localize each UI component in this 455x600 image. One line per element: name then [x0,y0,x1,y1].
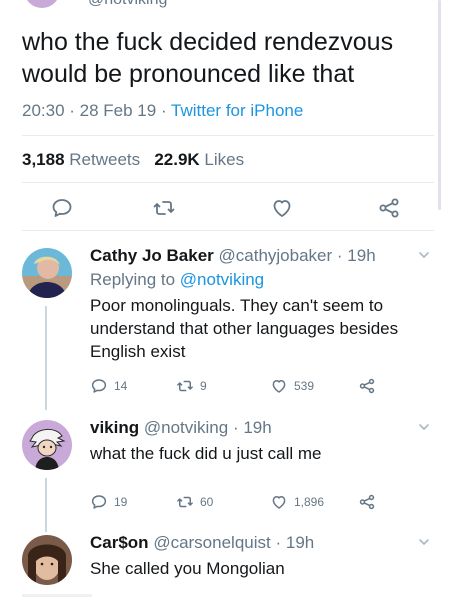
avatar[interactable] [22,535,72,585]
share-icon [359,378,375,394]
tweet-actions [22,196,432,220]
reply-text: what the fuck did u just call me [90,444,322,463]
retweet-count: 60 [200,495,214,509]
reply-button[interactable]: 19 [90,493,127,511]
share-button[interactable] [358,493,376,511]
divider [22,135,434,136]
share-button[interactable] [358,377,376,395]
retweet-icon [177,496,193,508]
chevron-down-icon[interactable] [417,420,431,434]
retweet-icon [177,380,193,392]
divider [22,182,434,183]
retweet-button[interactable]: 60 [176,493,213,511]
reply-button[interactable]: 14 [90,377,127,395]
like-button[interactable] [270,196,294,220]
reply-icon [91,495,107,509]
like-count: 539 [294,379,315,393]
mention-link[interactable]: @notviking [180,270,264,289]
divider [22,594,92,597]
retweet-button[interactable] [152,196,176,220]
next-item-crop [0,594,120,600]
chevron-down-icon[interactable] [417,535,431,549]
avatar-photo [22,535,72,585]
reply-actions: 14 9 539 [90,377,420,397]
retweets-stat[interactable]: 3,188 Retweets [22,150,140,169]
tweet-meta: 20:30 · 28 Feb 19 · Twitter for iPhone [22,101,304,120]
reply-button[interactable] [50,196,74,220]
reply-text: Poor monolinguals. They can't seem to un… [90,296,399,361]
previous-header-crop: @notviking [0,0,455,14]
retweet-button[interactable]: 9 [176,377,207,395]
reply-header: viking @notviking · 19h [90,418,272,437]
reply-count: 19 [114,495,128,509]
user-handle[interactable]: @notviking [144,418,228,437]
avatar-cartoon [22,420,72,470]
likes-stat[interactable]: 22.9K Likes [154,150,244,169]
tweet-stats: 3,188 Retweets 22.9K Likes [22,150,244,170]
replying-to: Replying to @notviking [90,270,265,289]
scrollbar[interactable] [438,0,441,210]
reply-icon [52,199,72,217]
author-handle[interactable]: @notviking [88,0,167,9]
share-icon [359,494,375,510]
heart-icon [272,496,286,509]
reply-time: 19h [243,418,272,437]
share-button[interactable] [377,196,401,220]
chevron-down-icon[interactable] [417,248,431,262]
retweet-icon [153,201,175,215]
reply-time: 19h [347,246,376,265]
share-icon [379,198,399,218]
user-handle[interactable]: @cathyjobaker [219,246,333,265]
heart-icon [272,380,286,393]
reply-tweet[interactable]: viking @notviking · 19h what the fuck di… [0,418,455,518]
like-count: 1,896 [294,495,325,509]
avatar-photo [22,248,72,298]
avatar[interactable] [22,248,72,298]
tweet-date: 28 Feb 19 [79,101,157,120]
reply-icon [91,379,107,393]
reply-header: Cathy Jo Baker @cathyjobaker · 19h [90,246,376,265]
reply-tweet[interactable]: Car$on @carsonelquist · 19h She called y… [0,533,455,593]
reply-header: Car$on @carsonelquist · 19h [90,533,315,552]
heart-icon [273,200,291,217]
avatar[interactable] [24,0,60,8]
divider [22,230,434,231]
tweet-source-link[interactable]: Twitter for iPhone [171,101,303,120]
reply-time: 19h [285,533,315,552]
like-button[interactable]: 539 [270,377,314,395]
like-button[interactable]: 1,896 [270,493,324,511]
reply-count: 14 [114,379,128,393]
reply-actions: 19 60 1,896 [90,493,420,513]
avatar[interactable] [22,420,72,470]
user-handle[interactable]: @carsonelquist [153,533,270,552]
tweet-time: 20:30 [22,101,65,120]
tweet-text: who the fuck decided rendezvous would be… [22,28,394,88]
display-name[interactable]: Car$on [90,533,149,552]
retweet-count: 9 [200,379,207,393]
reply-tweet[interactable]: Cathy Jo Baker @cathyjobaker · 19h Reply… [0,246,455,406]
display-name[interactable]: viking [90,418,139,437]
display-name[interactable]: Cathy Jo Baker [90,246,214,265]
reply-text: She called you Mongolian [90,559,285,578]
